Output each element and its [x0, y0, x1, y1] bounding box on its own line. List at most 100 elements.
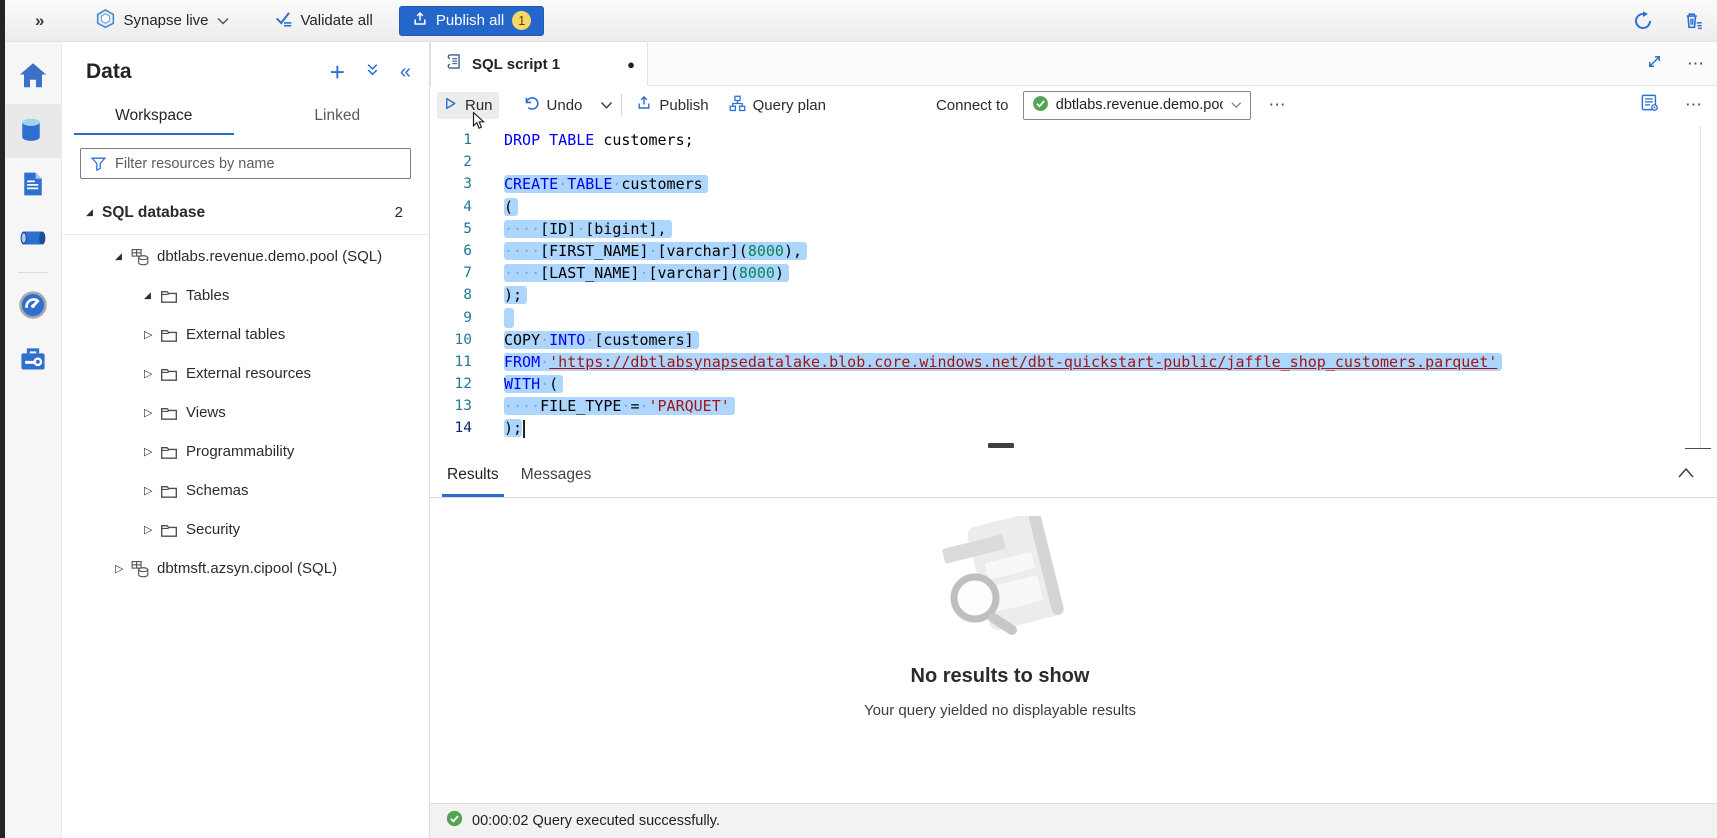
- selection-highlight: ····[LAST_NAME]·[varchar](8000): [504, 264, 789, 282]
- code-line[interactable]: 6····[FIRST_NAME]·[varchar](8000),: [430, 240, 1717, 262]
- line-number[interactable]: 9: [430, 307, 472, 329]
- line-number[interactable]: 8: [430, 284, 472, 306]
- tree-collapse-arrow-icon[interactable]: ◢: [86, 207, 102, 218]
- code-line[interactable]: 9: [430, 307, 1717, 329]
- tree-item-security[interactable]: ▷Security: [62, 510, 429, 549]
- tree-item-sql-database[interactable]: ◢SQL database2: [62, 193, 429, 232]
- code-line[interactable]: 1DROP TABLE customers;: [430, 129, 1717, 151]
- tree-item-tables[interactable]: ◢ Tables: [62, 276, 429, 315]
- tree-expand-arrow-icon[interactable]: ▷: [115, 562, 131, 575]
- code-token: customers;: [594, 131, 693, 149]
- code-line[interactable]: 3 CREATE·TABLE·customers: [430, 173, 1717, 195]
- line-number[interactable]: 6: [430, 240, 472, 262]
- status-message: 00:00:02 Query executed successfully.: [472, 813, 720, 829]
- code-line[interactable]: 13····FILE_TYPE·=·'PARQUET': [430, 395, 1717, 417]
- text-caret: [523, 420, 525, 438]
- line-number[interactable]: 10: [430, 329, 472, 351]
- publish-button[interactable]: Publish: [630, 91, 714, 119]
- code-line[interactable]: 5····[ID]·[bigint],: [430, 218, 1717, 240]
- code-token: 'PARQUET': [649, 397, 730, 415]
- tree-expand-arrow-icon[interactable]: ▷: [144, 328, 160, 341]
- nav-integrate[interactable]: [5, 212, 62, 266]
- line-number[interactable]: 5: [430, 218, 472, 240]
- code-line[interactable]: 14);: [430, 417, 1717, 439]
- nav-data[interactable]: [5, 104, 62, 158]
- tree-item-label: Tables: [186, 287, 229, 304]
- sql-code-editor[interactable]: 1DROP TABLE customers;23CREATE·TABLE·cus…: [430, 124, 1717, 447]
- mode-selector[interactable]: Synapse live: [96, 9, 228, 33]
- tab-messages[interactable]: Messages: [516, 466, 597, 497]
- code-line[interactable]: 2: [430, 151, 1717, 173]
- tree-item-dbtlabs-revenue-demo-pool-sql[interactable]: ◢dbtlabs.revenue.demo.pool (SQL): [62, 237, 429, 276]
- tree-expand-arrow-icon[interactable]: ▷: [144, 523, 160, 536]
- tabstrip-more-icon[interactable]: ⋯: [1687, 54, 1705, 74]
- tab-workspace[interactable]: Workspace: [74, 98, 234, 135]
- selection-highlight: (: [504, 198, 518, 216]
- run-button[interactable]: Run: [437, 92, 499, 119]
- double-chevron-down-icon[interactable]: [365, 62, 380, 82]
- tree-item-dbtmsft-azsyn-cipool-sql[interactable]: ▷dbtmsft.azsyn.cipool (SQL): [62, 549, 429, 588]
- line-number[interactable]: 1: [430, 129, 472, 151]
- filter-resources-input[interactable]: [80, 148, 411, 179]
- pool-selector-dropdown[interactable]: dbtlabs.revenue.demo.pool: [1023, 91, 1251, 120]
- nav-monitor[interactable]: [5, 279, 62, 333]
- query-plan-icon: [729, 95, 746, 116]
- tree-collapse-arrow-icon[interactable]: ◢: [115, 251, 131, 262]
- connect-to-label: Connect to: [936, 97, 1009, 114]
- code-line[interactable]: 12WITH·(: [430, 373, 1717, 395]
- line-number[interactable]: 4: [430, 196, 472, 218]
- line-number[interactable]: 13: [430, 395, 472, 417]
- selection-highlight: FROM·'https://dbtlabsynapsedatalake.blob…: [504, 353, 1502, 371]
- nav-develop[interactable]: [5, 158, 62, 212]
- code-line[interactable]: 11 FROM·'https://dbtlabsynapsedatalake.bl…: [430, 351, 1717, 373]
- discard-trash-button[interactable]: [1681, 9, 1705, 33]
- validate-all-button[interactable]: Validate all: [275, 10, 373, 32]
- tab-results[interactable]: Results: [442, 466, 504, 497]
- toolbar-more-icon[interactable]: ⋯: [1269, 95, 1287, 115]
- tree-expand-arrow-icon[interactable]: ▷: [144, 367, 160, 380]
- tree-item-external-resources[interactable]: ▷External resources: [62, 354, 429, 393]
- line-number[interactable]: 3: [430, 173, 472, 195]
- tab-sql-script-1[interactable]: SQL script 1 ●: [430, 42, 648, 86]
- line-number[interactable]: 2: [430, 151, 472, 173]
- code-line[interactable]: 7 ····[LAST_NAME]·[varchar](8000): [430, 262, 1717, 284]
- code-token: [varchar](: [658, 242, 748, 260]
- line-number[interactable]: 11: [430, 351, 472, 373]
- code-line[interactable]: 10COPY·INTO·[customers]: [430, 329, 1717, 351]
- refresh-button[interactable]: [1631, 9, 1655, 33]
- query-plan-button[interactable]: Query plan: [723, 91, 832, 120]
- nav-manage[interactable]: [5, 333, 62, 387]
- run-options-chevron-icon[interactable]: [600, 101, 613, 110]
- properties-icon[interactable]: [1640, 93, 1659, 117]
- line-number[interactable]: 7: [430, 262, 472, 284]
- tree-item-external-tables[interactable]: ▷External tables: [62, 315, 429, 354]
- line-number[interactable]: 14: [430, 417, 472, 439]
- tab-linked[interactable]: Linked: [258, 98, 418, 135]
- collapse-results-chevron-icon[interactable]: [1677, 467, 1695, 479]
- selection-highlight: );: [504, 286, 527, 304]
- expand-editor-icon[interactable]: [1646, 53, 1663, 75]
- tree-expand-arrow-icon[interactable]: ▷: [144, 484, 160, 497]
- code-token: ·: [558, 175, 567, 193]
- tree-item-views[interactable]: ▷Views: [62, 393, 429, 432]
- code-line[interactable]: 8);: [430, 284, 1717, 306]
- editor-more-icon[interactable]: ⋯: [1685, 95, 1703, 115]
- tree-expand-arrow-icon[interactable]: ▷: [144, 445, 160, 458]
- tree-collapse-arrow-icon[interactable]: ◢: [144, 290, 160, 301]
- collapse-panel-icon[interactable]: «: [400, 61, 411, 84]
- folder-icon: [160, 522, 186, 538]
- code-token: DROP: [504, 131, 540, 149]
- undo-button[interactable]: Undo: [517, 91, 589, 120]
- add-resource-button[interactable]: +: [330, 63, 345, 81]
- tree-item-schemas[interactable]: ▷Schemas: [62, 471, 429, 510]
- splitter-handle[interactable]: [988, 443, 1014, 448]
- selection-highlight: CREATE·TABLE·customers: [504, 175, 708, 193]
- line-number[interactable]: 12: [430, 373, 472, 395]
- tree-expand-arrow-icon[interactable]: ▷: [144, 406, 160, 419]
- nav-home[interactable]: [5, 50, 62, 104]
- tree-item-programmability[interactable]: ▷Programmability: [62, 432, 429, 471]
- code-token: ····: [504, 264, 540, 282]
- publish-all-button[interactable]: Publish all 1: [399, 6, 544, 36]
- expand-menu-icon[interactable]: »: [35, 11, 44, 31]
- code-line[interactable]: 4(: [430, 196, 1717, 218]
